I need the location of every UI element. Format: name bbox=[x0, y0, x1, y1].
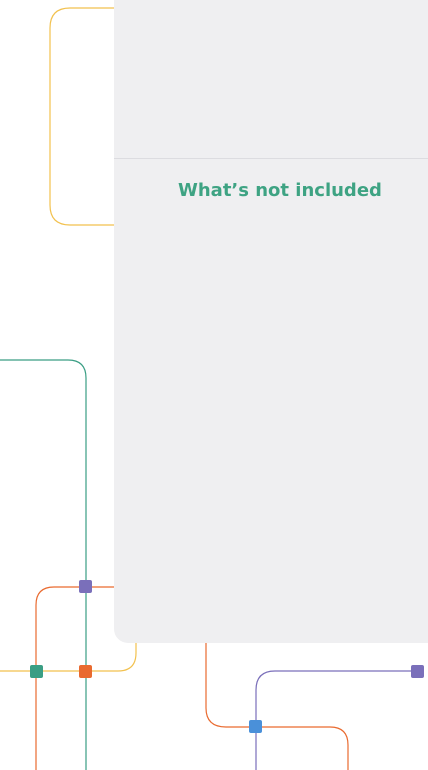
purple-line bbox=[255, 670, 418, 770]
yellow-line-top bbox=[49, 7, 116, 226]
purple-node-top bbox=[79, 580, 92, 593]
green-node bbox=[30, 665, 43, 678]
panel-divider bbox=[114, 158, 428, 159]
page: What’s not included bbox=[0, 0, 428, 770]
orange-line-right bbox=[205, 643, 349, 770]
not-included-heading: What’s not included bbox=[178, 180, 382, 201]
green-line bbox=[0, 359, 87, 770]
orange-node bbox=[79, 665, 92, 678]
blue-node bbox=[249, 720, 262, 733]
orange-line-left bbox=[35, 586, 116, 770]
content-panel: What’s not included bbox=[114, 0, 428, 643]
purple-node-right bbox=[411, 665, 424, 678]
